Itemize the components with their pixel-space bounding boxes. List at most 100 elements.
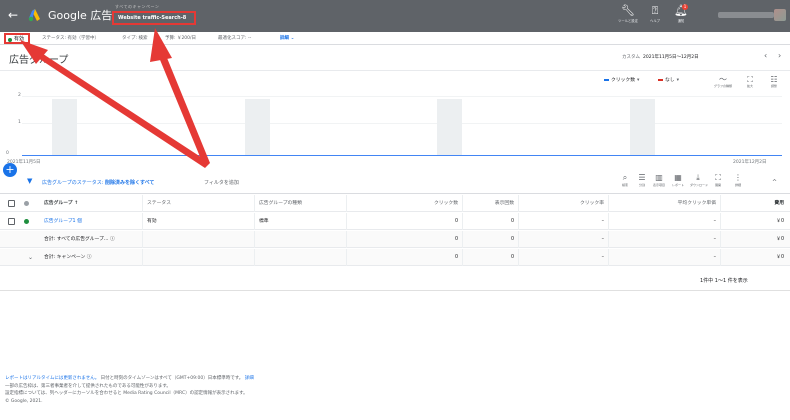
adjust-button[interactable]: ☷ 調整 xyxy=(765,75,783,88)
date-range-type: カスタム xyxy=(622,55,640,60)
y-tick-label: 2 xyxy=(18,93,21,98)
weekend-band xyxy=(245,99,270,155)
clicks-value: 0 xyxy=(346,213,462,230)
more-button[interactable]: ⋮ 詳細 xyxy=(730,173,746,187)
ad-group-name-link[interactable]: 広告グループ1 個 xyxy=(40,213,142,230)
more-vert-icon: ⋮ xyxy=(734,173,742,182)
column-header-avg-cpc[interactable]: 平均クリック単価 xyxy=(608,195,720,212)
campaign-selector[interactable]: Website traffic-Search-8 xyxy=(112,11,196,25)
reporting-notice-link[interactable]: レポートはリアルタイムには更新されません。 xyxy=(5,376,99,381)
totals-label: 合計: すべての広告グループ... ⓘ xyxy=(44,237,115,242)
status-filter-chip[interactable]: 広告グループのステータス: 削除済みを除くすべて xyxy=(42,179,154,186)
status-detail: ステータス: 有効（学習中） xyxy=(42,35,99,41)
help-button[interactable]: ⍰ ヘルプ xyxy=(644,4,666,30)
footer-line: レポートはリアルタイムには更新されません。 日付と時刻のタイムゾーンはすべて（G… xyxy=(5,375,254,383)
empty-cell xyxy=(254,231,346,248)
segment-button[interactable]: ☰ 分割 xyxy=(634,173,650,187)
y-tick-label: 0 xyxy=(6,151,9,156)
date-range-picker[interactable]: カスタム 2021年11月5日〜12月2日 xyxy=(622,54,699,60)
totals-row-all-ad-groups: 合計: すべての広告グループ... ⓘ 0 0 – – ￥0 xyxy=(0,231,790,248)
filter-label: 広告グループのステータス: xyxy=(42,180,104,186)
footer-line: 一部の広告枠は、第三者事業者を介して提供されたものである可能性があります。 xyxy=(5,383,171,389)
campaign-breadcrumb[interactable]: すべてのキャンペーン xyxy=(115,4,159,10)
top-bar: ← Google 広告 すべてのキャンペーン Website traffic-S… xyxy=(0,0,790,32)
account-info[interactable] xyxy=(718,12,774,18)
column-header-ad-group[interactable]: 広告グループ ↑ xyxy=(40,195,142,212)
series-name: クリック数 xyxy=(611,78,635,83)
ad-group-status: 有効 xyxy=(142,213,254,230)
column-header-cost[interactable]: 費用 xyxy=(720,195,788,212)
columns-icon: ▥ xyxy=(655,173,663,182)
columns-button[interactable]: ▥ 表示項目 xyxy=(651,173,667,187)
details-link[interactable]: 詳細 ⌄ xyxy=(280,36,294,42)
learn-more-link[interactable]: 詳細 xyxy=(245,376,254,381)
expand-table-button[interactable]: ⛶ 展開 xyxy=(710,173,726,187)
settings-icon: ☷ xyxy=(770,75,778,84)
avatar[interactable] xyxy=(774,9,786,21)
column-header-clicks[interactable]: クリック数 xyxy=(346,195,462,212)
tool-label: ダウンロード xyxy=(690,183,709,187)
notifications-button[interactable]: 🔔︎ 1 通知 xyxy=(670,4,692,30)
ctr-value: – xyxy=(518,231,608,248)
footer-notes: レポートはリアルタイムには更新されません。 日付と時刻のタイムゾーンはすべて（G… xyxy=(5,375,254,405)
date-prev-icon[interactable]: ‹ xyxy=(764,51,767,60)
tool-label: 詳細 xyxy=(734,183,741,187)
status-indicator[interactable]: 有効 xyxy=(4,33,30,44)
brand-title: Google 広告 xyxy=(48,9,113,22)
chevron-down-icon[interactable]: ⌄ xyxy=(28,249,33,266)
cost-value: ￥0 xyxy=(720,213,788,230)
expand-button[interactable]: ⛶ 拡大 xyxy=(741,75,759,88)
ad-group-type: 標準 xyxy=(254,213,346,230)
bell-icon: 🔔︎ xyxy=(674,4,688,17)
dropdown-icon: ▾ xyxy=(676,78,680,83)
filter-icon[interactable]: ▼ xyxy=(27,177,32,185)
gridline xyxy=(22,96,782,97)
cost-value: ￥0 xyxy=(720,231,788,248)
add-filter-button[interactable]: フィルタを追加 xyxy=(204,179,239,186)
google-ads-logo-icon xyxy=(28,9,40,22)
tool-label: 表示項目 xyxy=(652,183,665,187)
copyright: © Google, 2021. xyxy=(5,398,43,404)
pagination-info: 1件中 1〜1 件を表示 xyxy=(700,278,748,284)
cost-value: ￥0 xyxy=(720,249,788,266)
column-header-type[interactable]: 広告グループの種類 xyxy=(254,195,346,212)
weekend-band xyxy=(52,99,77,155)
filter-value: 削除済みを除くすべて xyxy=(104,180,155,186)
campaign-type: タイプ: 検索 xyxy=(122,35,148,41)
date-next-icon[interactable]: › xyxy=(778,51,781,60)
empty-cell xyxy=(142,249,254,266)
enabled-status-dot[interactable] xyxy=(24,219,29,224)
row-checkbox[interactable] xyxy=(8,218,15,225)
table-header-row: 広告グループ ↑ ステータス 広告グループの種類 クリック数 表示回数 クリック… xyxy=(0,195,790,212)
tool-label: 展開 xyxy=(714,183,721,187)
divider xyxy=(0,290,790,291)
collapse-icon[interactable]: ^ xyxy=(772,179,777,186)
back-arrow-icon[interactable]: ← xyxy=(8,8,18,22)
campaign-name: Website traffic-Search-8 xyxy=(118,15,187,21)
tool-label: レポート xyxy=(671,183,684,187)
avg-cpc-value: – xyxy=(608,249,720,266)
help-label: ヘルプ xyxy=(650,19,660,23)
search-button[interactable]: ⌕ 検索 xyxy=(617,173,633,187)
series-name: なし xyxy=(665,78,675,83)
filter-bar: ▼ 広告グループのステータス: 削除済みを除くすべて フィルタを追加 ⌕ 検索 ☰… xyxy=(0,170,790,194)
avg-cpc-value: – xyxy=(608,213,720,230)
tools-settings-button[interactable]: 🔧︎ ツールと設定 xyxy=(617,4,639,30)
download-icon: ⤓ xyxy=(696,173,700,182)
impressions-value: 0 xyxy=(462,213,518,230)
page-title: 広告グループ xyxy=(9,55,69,66)
clicks-value: 0 xyxy=(346,231,462,248)
select-all-checkbox[interactable] xyxy=(8,200,15,207)
help-icon: ⍰ xyxy=(651,4,659,17)
metric-selector-clicks[interactable]: クリック数 ▾ xyxy=(604,76,639,83)
column-header-status[interactable]: ステータス xyxy=(142,195,254,212)
download-button[interactable]: ⤓ ダウンロード xyxy=(690,173,709,187)
date-range-value: 2021年11月5日〜12月2日 xyxy=(643,55,699,60)
reports-button[interactable]: ▦ レポート xyxy=(670,173,686,187)
column-header-impressions[interactable]: 表示回数 xyxy=(462,195,518,212)
wrench-icon: 🔧︎ xyxy=(621,4,635,17)
metric-selector-none[interactable]: なし ▾ xyxy=(658,76,679,83)
totals-label: 合計: キャンペーン ⓘ xyxy=(44,255,92,260)
chart-type-button[interactable]: 〜 グラフの種類 xyxy=(714,75,732,88)
column-header-ctr[interactable]: クリック率 xyxy=(518,195,608,212)
